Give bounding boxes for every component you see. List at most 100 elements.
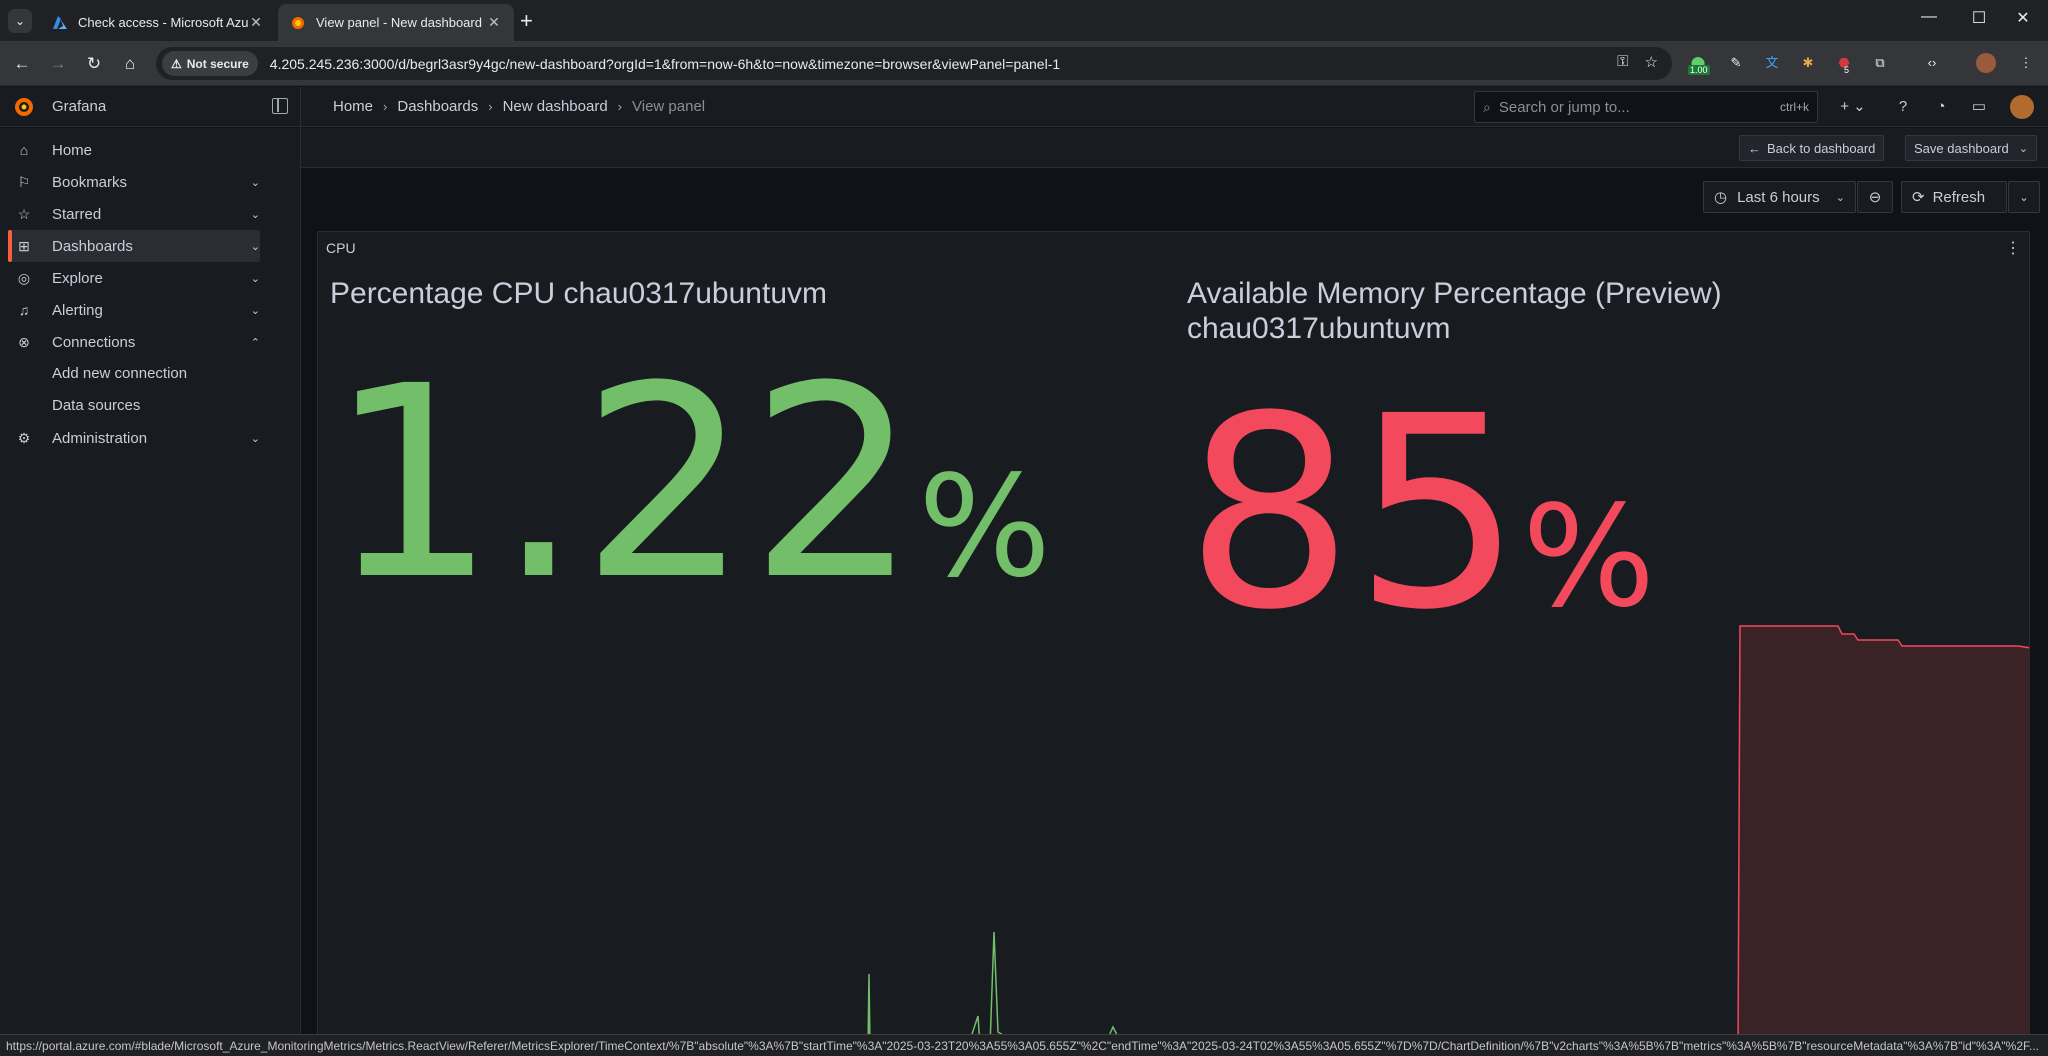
sidebar-item-home[interactable]: ⌂ Home — [8, 134, 260, 166]
chevron-down-icon[interactable]: ⌄ — [251, 304, 260, 317]
tab-title: Check access - Microsoft Azure — [78, 15, 248, 30]
profile-avatar[interactable] — [1976, 53, 1996, 73]
key-icon[interactable]: ⚿ — [1617, 53, 1628, 71]
time-range-picker[interactable]: ◷ Last 6 hours ⌄ — [1703, 181, 1856, 213]
breadcrumb-dashboards[interactable]: Dashboards — [397, 98, 478, 115]
chevron-down-icon: ⌄ — [1835, 191, 1845, 204]
nav-label: Explore — [52, 269, 103, 287]
url-text[interactable]: 4.205.245.236:3000/d/begrl3asr9y4gc/new-… — [270, 56, 1060, 72]
window-close-icon[interactable]: ✕ — [2000, 8, 2046, 28]
nav-label: Administration — [52, 429, 148, 447]
refresh-label: Refresh — [1932, 188, 1986, 206]
chevron-down-icon[interactable]: ⌄ — [251, 432, 260, 445]
time-range-label: Last 6 hours — [1737, 188, 1820, 206]
sidebar-item-starred[interactable]: ☆ Starred ⌄ — [8, 198, 260, 230]
user-avatar[interactable] — [2010, 95, 2034, 119]
nav-label: Starred — [52, 205, 102, 223]
chevron-down-icon[interactable]: ⌄ — [251, 208, 260, 221]
devtools-icon[interactable]: ‹› — [1922, 53, 1942, 73]
tab-search-chevron-icon[interactable]: ⌄ — [8, 9, 32, 33]
chevron-down-icon: ⌄ — [2019, 191, 2029, 204]
nav-label: Dashboards — [52, 237, 133, 255]
grafana-topbar: Grafana Home › Dashboards › New dashboar… — [0, 87, 2048, 127]
browser-status-url: https://portal.azure.com/#blade/Microsof… — [0, 1034, 2048, 1056]
search-input[interactable]: ⌕ Search or jump to... ctrl+k — [1474, 91, 1818, 123]
chevron-down-icon[interactable]: ⌄ — [2019, 142, 2028, 155]
sidebar-item-bookmarks[interactable]: ⚐ Bookmarks ⌄ — [8, 166, 260, 198]
tab-title: View panel - New dashboard - … — [316, 15, 486, 30]
help-icon[interactable]: ? — [1892, 96, 1914, 118]
refresh-button[interactable]: ⟳ Refresh — [1901, 181, 2007, 213]
sidebar-item-dashboards[interactable]: ⊞ Dashboards ⌄ — [8, 230, 260, 262]
chevron-right-icon: › — [488, 99, 493, 114]
chevron-down-icon[interactable]: ⌄ — [251, 272, 260, 285]
star-icon: ☆ — [17, 206, 31, 222]
ant-extension-icon[interactable]: ✱ — [1798, 53, 1818, 73]
warning-icon: ⚠ — [171, 56, 182, 71]
chevron-up-icon[interactable]: ⌃ — [251, 336, 260, 349]
grafana-logo-icon[interactable] — [12, 95, 36, 119]
arrow-left-icon: ← — [1748, 140, 1761, 156]
browser-tab-strip: ⌄ Check access - Microsoft Azure ✕ View … — [0, 0, 2048, 41]
security-chip[interactable]: ⚠ Not secure — [162, 51, 258, 76]
new-menu-button[interactable]: + ⌄ — [1836, 96, 1870, 118]
zoom-out-button[interactable]: ⊖ — [1857, 181, 1893, 213]
new-tab-icon[interactable]: + — [520, 8, 533, 34]
apps-icon: ⊞ — [18, 238, 30, 254]
close-tab-icon[interactable]: ✕ — [248, 14, 264, 31]
breadcrumb: Home › Dashboards › New dashboard › View… — [333, 98, 705, 115]
tab-azure[interactable]: Check access - Microsoft Azure ✕ — [40, 4, 276, 41]
sidebar-item-explore[interactable]: ◎ Explore ⌄ — [8, 262, 260, 294]
sidebar-item-administration[interactable]: ⚙ Administration ⌄ — [8, 422, 260, 454]
reload-icon[interactable]: ↻ — [82, 52, 106, 76]
sidebar-item-data-sources[interactable]: Data sources — [52, 397, 140, 414]
browser-toolbar: ← → ↻ ⌂ ⚠ Not secure 4.205.245.236:3000/… — [0, 41, 2048, 86]
bookmark-star-icon[interactable]: ☆ — [1645, 53, 1658, 71]
extensions-puzzle-icon[interactable]: ⧉ — [1870, 53, 1890, 73]
address-bar[interactable]: ⚠ Not secure 4.205.245.236:3000/d/begrl3… — [156, 47, 1672, 80]
pen-extension-icon[interactable]: ✎ — [1726, 53, 1746, 73]
maximize-icon[interactable]: ☐ — [1956, 8, 2002, 28]
back-to-dashboard-button[interactable]: ← Back to dashboard — [1739, 135, 1885, 161]
save-dashboard-button[interactable]: Save dashboard ⌄ — [1905, 135, 2037, 161]
back-label: Back to dashboard — [1767, 140, 1876, 156]
close-tab-icon[interactable]: ✕ — [486, 14, 502, 31]
grafana-brand: Grafana — [52, 98, 107, 115]
chevron-down-icon[interactable]: ⌄ — [251, 240, 260, 253]
translate-extension-icon[interactable]: 文 — [1762, 53, 1782, 73]
sync-icon: ⟳ — [1912, 189, 1925, 206]
tab-grafana[interactable]: View panel - New dashboard - … ✕ — [278, 4, 514, 41]
nav-label: Bookmarks — [52, 173, 128, 191]
sidebar-item-connections[interactable]: ⊗ Connections ⌃ — [8, 326, 260, 358]
news-rss-icon[interactable]: ◔ — [1930, 96, 1952, 118]
browser-menu-icon[interactable]: ⋮ — [2016, 53, 2036, 73]
back-icon[interactable]: ← — [10, 52, 34, 76]
home-icon[interactable]: ⌂ — [118, 52, 142, 76]
forward-icon[interactable]: → — [46, 52, 70, 76]
chevron-right-icon: › — [617, 99, 623, 114]
nav-label: Connections — [52, 333, 136, 351]
home-icon: ⌂ — [19, 142, 29, 158]
sidebar-item-alerting[interactable]: ♫ Alerting ⌄ — [8, 294, 260, 326]
breadcrumb-view-panel: View panel — [632, 98, 706, 115]
refresh-interval-dropdown[interactable]: ⌄ — [2008, 181, 2040, 213]
nav-label: Alerting — [52, 301, 103, 319]
sparkline-area — [867, 625, 2029, 1044]
nav-label: Home — [52, 141, 93, 159]
dock-menu-icon[interactable] — [272, 98, 288, 114]
minimize-icon[interactable]: — — [1906, 8, 1952, 26]
breadcrumb-home[interactable]: Home — [333, 98, 373, 115]
chevron-down-icon[interactable]: ⌄ — [251, 176, 260, 189]
panel-cpu[interactable]: CPU ⋮ Percentage CPU chau0317ubuntuvm 1.… — [317, 231, 2030, 1045]
sidebar-nav: ⌂ Home ⚐ Bookmarks ⌄ ☆ Starred ⌄ ⊞ Dashboards ⌄… — [0, 128, 300, 1045]
sidebar-item-add-new-connection[interactable]: Add new connection — [52, 365, 187, 382]
azure-logo-icon — [53, 15, 67, 29]
extension-badge-count: 5 — [1844, 65, 1850, 75]
breadcrumb-new-dashboard[interactable]: New dashboard — [503, 98, 608, 115]
security-label: Not secure — [186, 56, 249, 71]
kiosk-monitor-icon[interactable]: ▭ — [1968, 96, 1990, 118]
search-shortcut: ctrl+k — [1779, 100, 1809, 114]
search-icon: ⌕ — [1483, 98, 1491, 115]
bookmark-icon: ⚐ — [17, 174, 31, 190]
extension-badge: 1.00 — [1688, 65, 1710, 75]
